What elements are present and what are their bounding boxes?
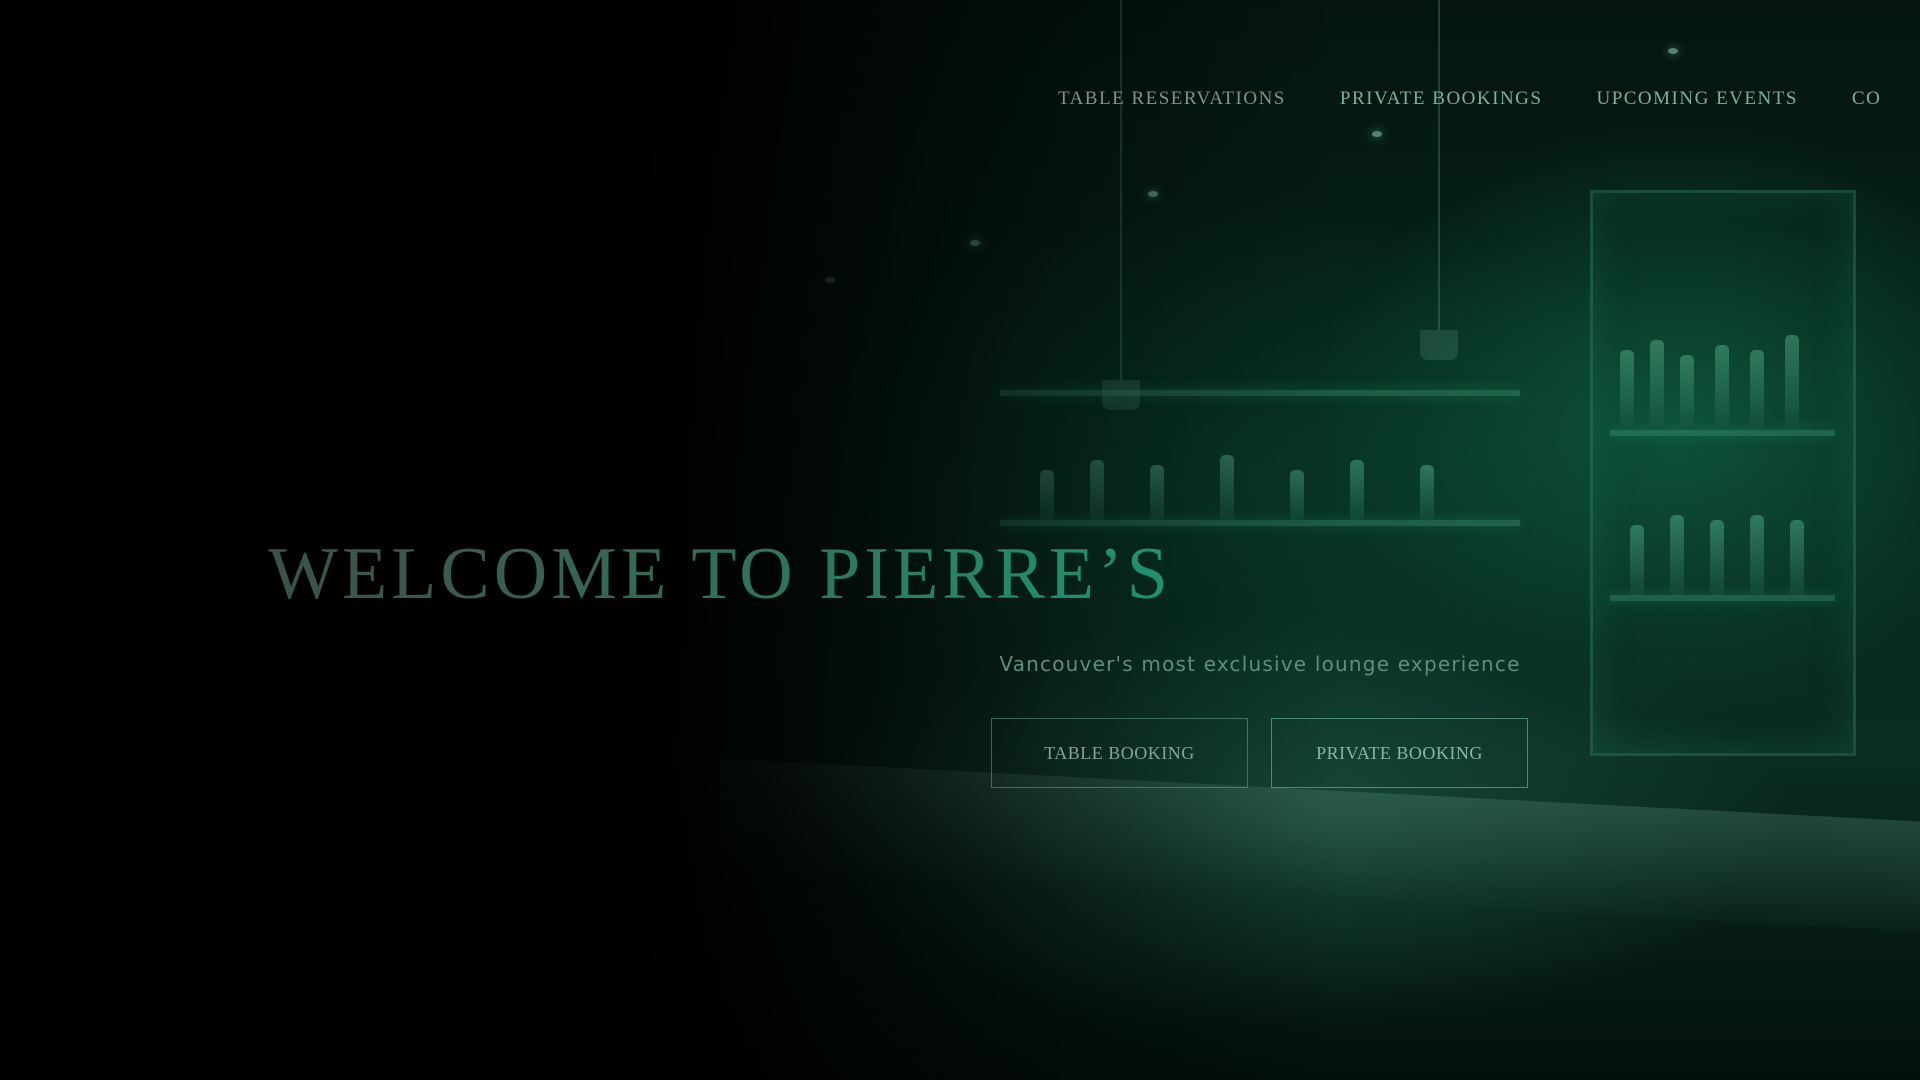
hero-section: TABLE RESERVATIONS PRIVATE BOOKINGS UPCO… — [0, 0, 1920, 1080]
nav-contact[interactable]: CO — [1852, 88, 1881, 110]
hero-subtitle: Vancouver's most exclusive lounge experi… — [999, 652, 1521, 676]
cta-button-group: TABLE BOOKING PRIVATE BOOKING — [991, 718, 1528, 788]
nav-private-bookings[interactable]: PRIVATE BOOKINGS — [1340, 88, 1543, 110]
private-booking-button[interactable]: PRIVATE BOOKING — [1271, 718, 1528, 788]
hero-title: WELCOME TO PIERRE’S — [0, 532, 1920, 617]
nav-table-reservations[interactable]: TABLE RESERVATIONS — [1058, 88, 1286, 110]
nav-upcoming-events[interactable]: UPCOMING EVENTS — [1596, 88, 1797, 110]
table-booking-button[interactable]: TABLE BOOKING — [991, 718, 1248, 788]
main-navigation: TABLE RESERVATIONS PRIVATE BOOKINGS UPCO… — [1058, 88, 1881, 110]
